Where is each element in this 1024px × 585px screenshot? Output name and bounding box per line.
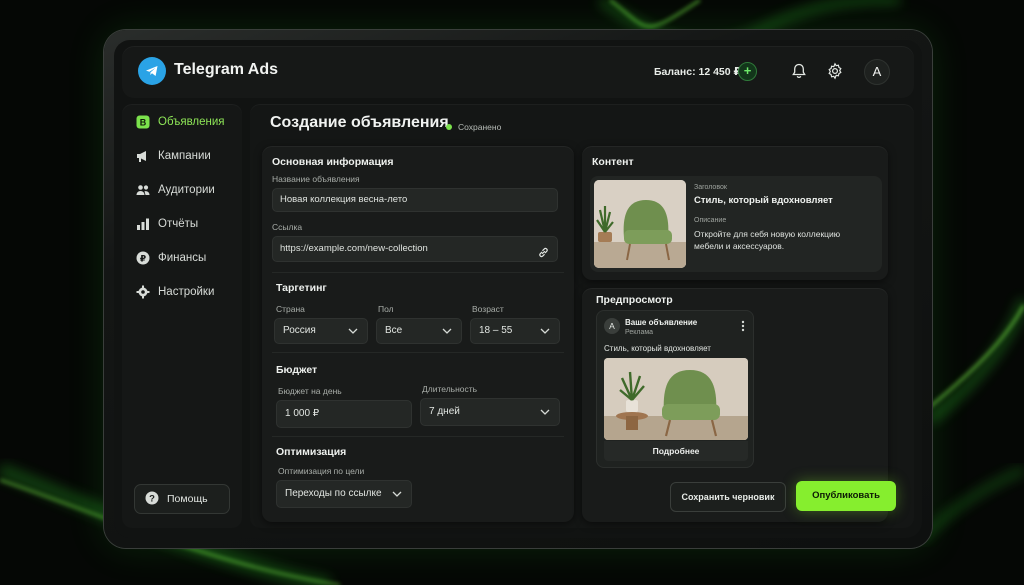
daily-budget-input[interactable]: 1 000 ₽ [276, 400, 412, 428]
channel-name: Ваше объявление [625, 318, 698, 327]
content-title: Контент [592, 156, 634, 168]
age-value: 18 – 55 [479, 325, 513, 336]
gear-icon [136, 285, 150, 299]
optimization-title: Оптимизация [276, 446, 347, 458]
ad-name-input[interactable]: Новая коллекция весна-лето [272, 188, 558, 212]
add-funds-button[interactable]: + [738, 62, 757, 81]
sidebar-item-label: Настройки [158, 286, 215, 298]
app-screen: Telegram Ads Баланс: 12 450 ₽ + A B Объя… [114, 40, 922, 538]
save-status: Сохранено [446, 122, 501, 132]
preview-title: Предпросмотр [596, 294, 673, 306]
ruble-icon: ₽ [136, 251, 150, 265]
section-divider [272, 272, 564, 273]
status-dot [446, 124, 452, 130]
basic-info-title: Основная информация [272, 156, 394, 168]
link-value: https://example.com/new-collection [280, 243, 428, 254]
sidebar-item-audiences[interactable]: Аудитории [122, 175, 242, 205]
sidebar-item-label: Отчёты [158, 218, 199, 230]
content-card: Контент Заголовок Стиль, который вдохнов… [582, 146, 888, 280]
svg-text:B: B [140, 118, 147, 128]
link-label: Ссылка [272, 222, 303, 232]
channel-subtitle: Реклама [625, 329, 654, 336]
duration-value: 7 дней [429, 406, 460, 417]
save-status-text: Сохранено [458, 122, 502, 132]
ad-name-label: Название объявления [272, 174, 360, 184]
section-divider [272, 352, 564, 353]
duration-select[interactable]: 7 дней [420, 398, 560, 426]
age-label: Возраст [472, 304, 504, 314]
save-draft-button[interactable]: Сохранить черновик [670, 482, 786, 512]
sidebar-item-finance[interactable]: ₽ Финансы [122, 243, 242, 273]
country-label: Страна [276, 304, 305, 314]
daily-budget-label: Бюджет на день [278, 386, 342, 396]
post-text: Стиль, который вдохновляет [604, 344, 711, 353]
chevron-down-icon [348, 328, 358, 334]
gender-select[interactable]: Все [376, 318, 462, 344]
chevron-down-icon [540, 328, 550, 334]
age-select[interactable]: 18 – 55 [470, 318, 560, 344]
headline-value: Стиль, который вдохновляет [694, 195, 833, 206]
help-button[interactable]: ? Помощь [134, 484, 230, 514]
link-icon [538, 244, 549, 268]
description-value: Откройте для себя новую коллекцию мебели… [694, 229, 841, 251]
optimization-goal-select[interactable]: Переходы по ссылке [276, 480, 412, 508]
sidebar-item-label: Кампании [158, 150, 211, 162]
tablet-frame: Telegram Ads Баланс: 12 450 ₽ + A B Объя… [104, 30, 932, 548]
channel-avatar: A [604, 318, 620, 334]
chair-image [594, 180, 686, 268]
sidebar-item-ads[interactable]: B Объявления [122, 107, 242, 137]
ad-form-card: Основная информация Название объявления … [262, 146, 574, 522]
gender-label: Пол [378, 304, 394, 314]
sidebar-item-label: Финансы [158, 252, 207, 264]
optimization-goal-label: Оптимизация по цели [278, 466, 365, 476]
chevron-down-icon [540, 409, 550, 415]
main-panel: Создание объявления Сохранено Основная и… [250, 104, 914, 528]
headline-label: Заголовок [694, 184, 727, 191]
publish-button[interactable]: Опубликовать [796, 481, 896, 511]
page-title: Создание объявления [270, 114, 449, 131]
question-icon: ? [145, 491, 159, 508]
sidebar: B Объявления Кампании Аудитории Отчёты ₽… [122, 104, 242, 528]
users-icon [136, 183, 150, 197]
targeting-title: Таргетинг [276, 282, 327, 294]
telegram-logo-icon [138, 57, 166, 85]
learn-more-button[interactable]: Подробнее [604, 441, 748, 461]
chevron-down-icon [442, 328, 452, 334]
bell-icon[interactable] [790, 62, 808, 80]
sidebar-item-label: Объявления [158, 116, 225, 128]
settings-gear-icon[interactable] [826, 62, 844, 80]
help-label: Помощь [167, 493, 208, 505]
sidebar-item-campaigns[interactable]: Кампании [122, 141, 242, 171]
creative-card[interactable]: Заголовок Стиль, который вдохновляет Опи… [590, 176, 882, 272]
top-header: Telegram Ads Баланс: 12 450 ₽ + A [122, 46, 914, 98]
section-divider [272, 436, 564, 437]
bar-chart-icon [136, 217, 150, 231]
duration-label: Длительность [422, 384, 478, 394]
country-select[interactable]: Россия [274, 318, 368, 344]
chevron-down-icon [392, 491, 402, 497]
country-value: Россия [283, 325, 316, 336]
more-vertical-icon[interactable] [741, 319, 745, 337]
gender-value: Все [385, 325, 403, 336]
link-input[interactable]: https://example.com/new-collection [272, 236, 558, 262]
balance-text: Баланс: 12 450 ₽ [654, 66, 741, 78]
budget-title: Бюджет [276, 364, 318, 376]
ads-icon: B [136, 115, 150, 129]
megaphone-icon [136, 149, 150, 163]
sidebar-item-reports[interactable]: Отчёты [122, 209, 242, 239]
sidebar-item-settings[interactable]: Настройки [122, 277, 242, 307]
svg-text:₽: ₽ [140, 254, 146, 264]
telegram-post-preview: A Ваше объявление Реклама Стиль, который… [596, 310, 754, 468]
svg-text:?: ? [149, 493, 155, 504]
user-avatar[interactable]: A [864, 59, 890, 85]
post-image [604, 358, 748, 440]
description-label: Описание [694, 217, 727, 224]
app-title: Telegram Ads [174, 61, 279, 78]
sidebar-item-label: Аудитории [158, 184, 215, 196]
optimization-goal-value: Переходы по ссылке [285, 488, 382, 499]
